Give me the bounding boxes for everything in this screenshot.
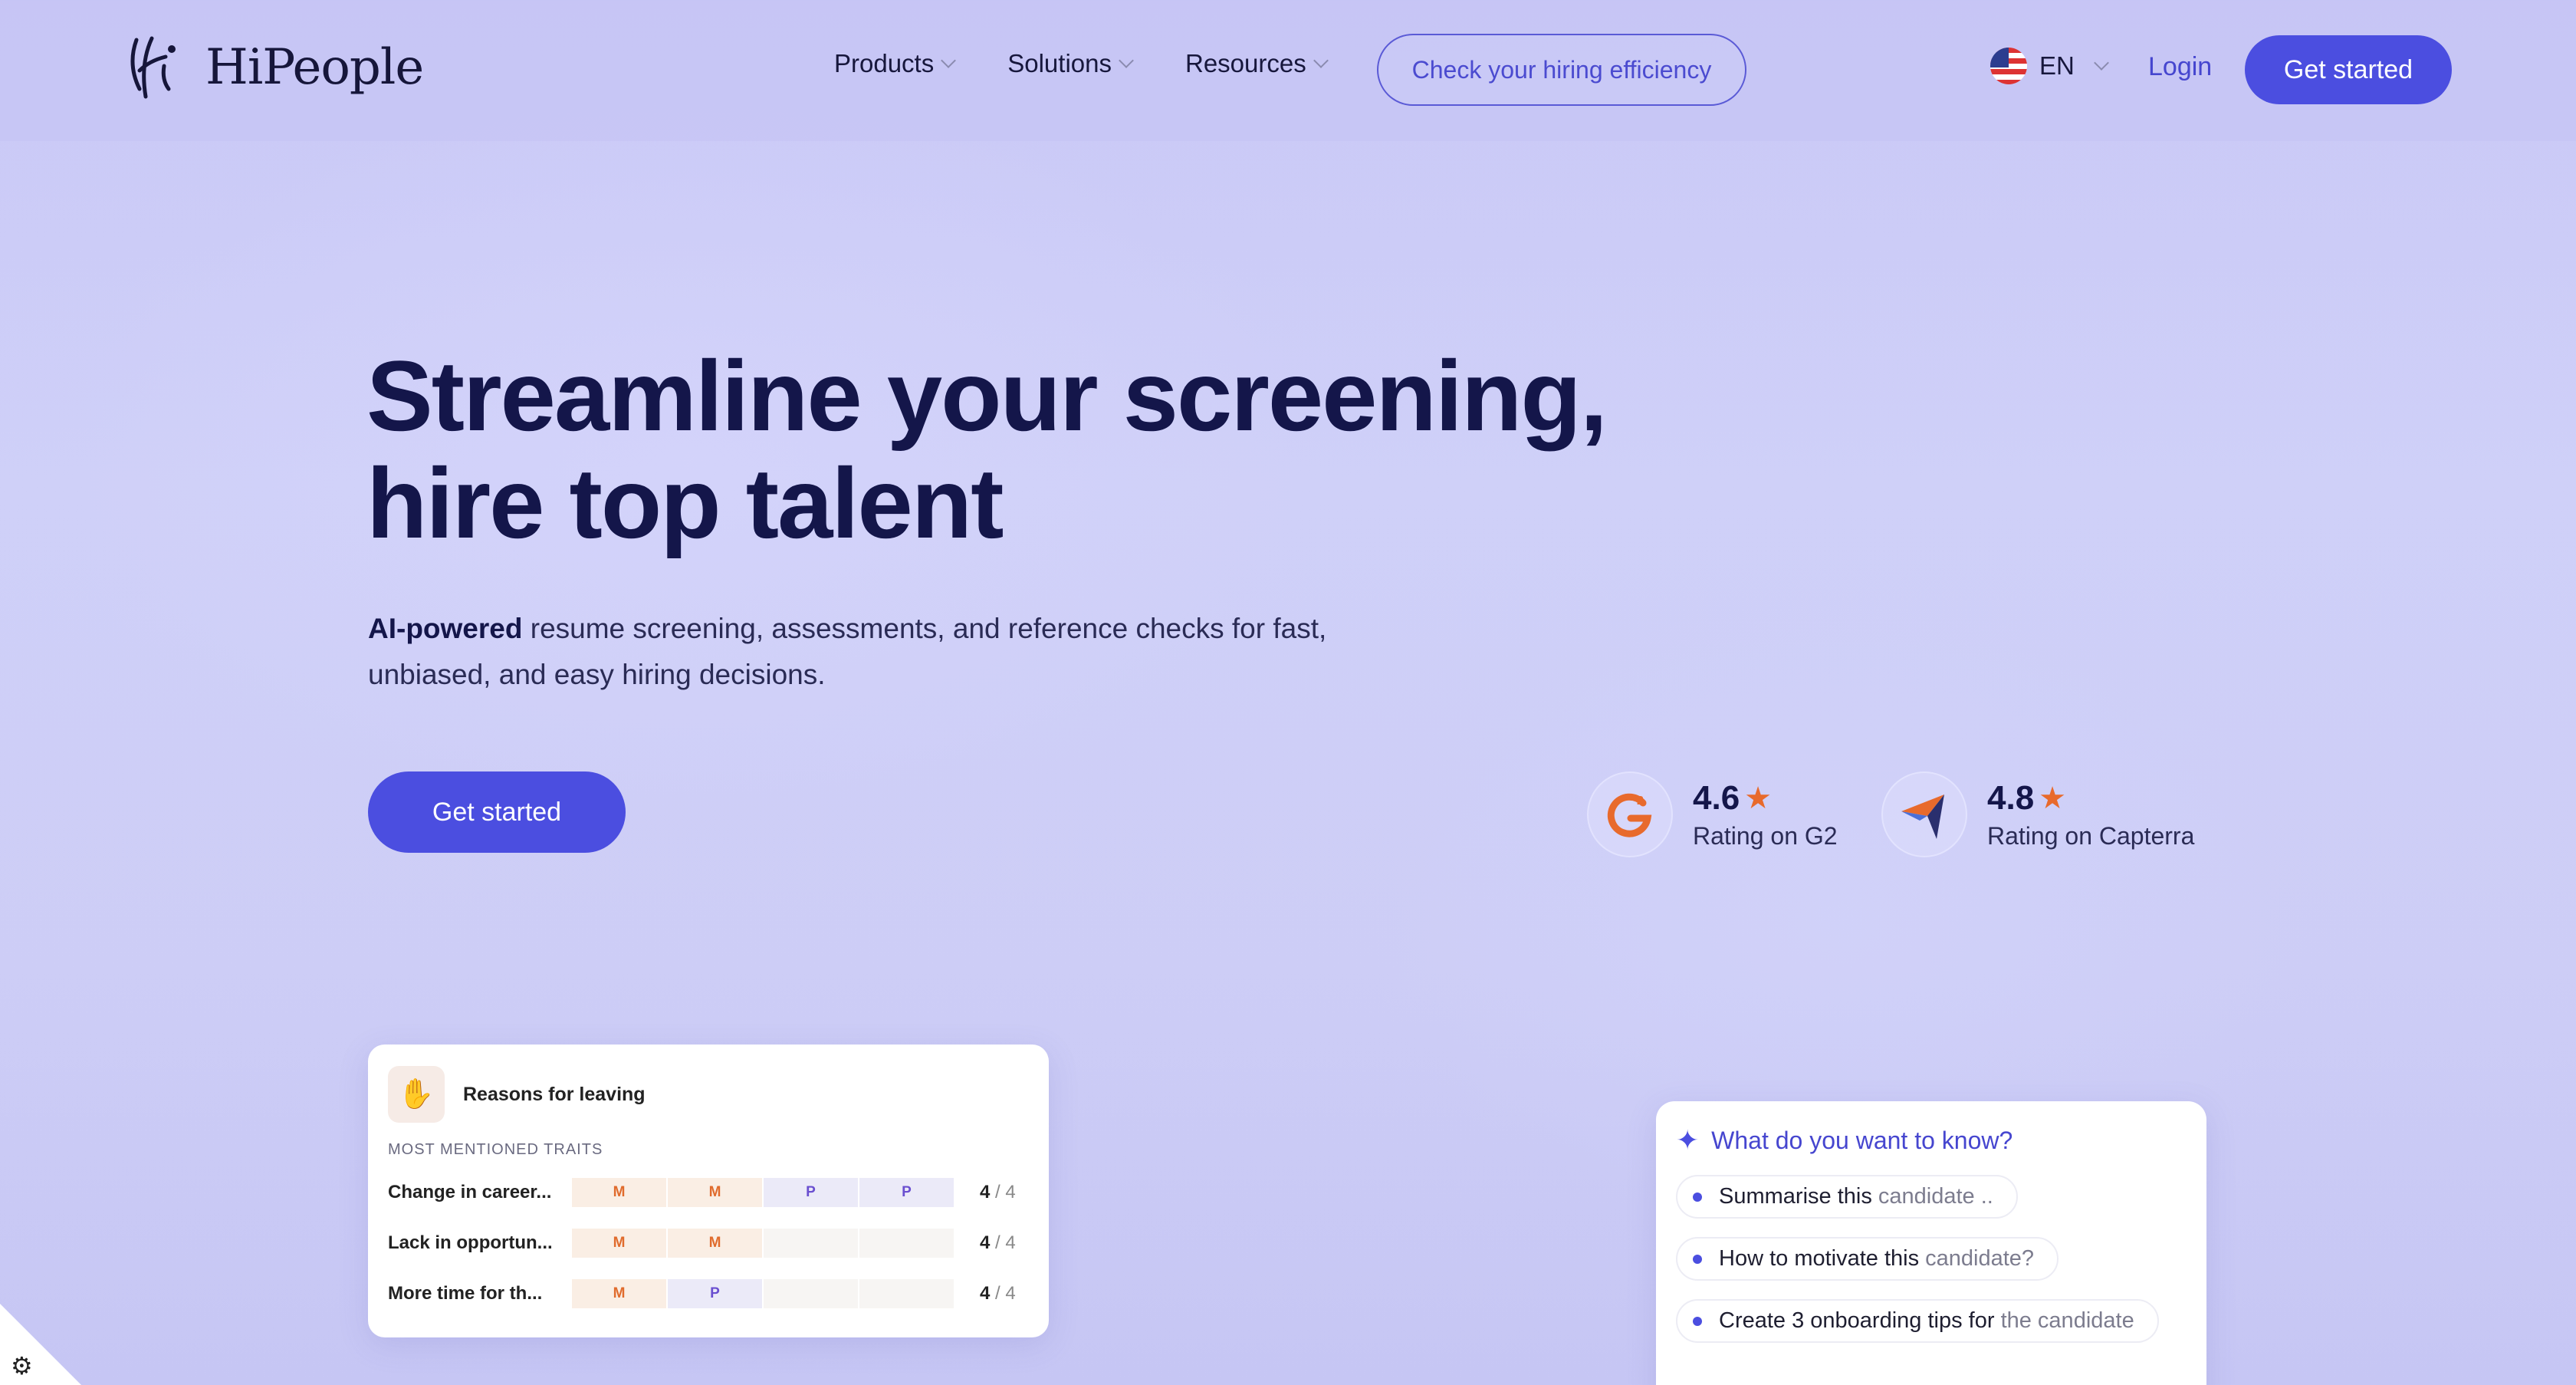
ai-questions-card: ✦ What do you want to know? Summarise th…: [1656, 1101, 2206, 1385]
bullet-dot-icon: [1693, 1192, 1702, 1202]
waving-hand-icon: ✋: [388, 1066, 445, 1123]
brand-logo[interactable]: HiPeople: [126, 35, 424, 100]
language-label: EN: [2039, 51, 2075, 80]
trait-segment: M: [572, 1279, 666, 1308]
primary-nav: Products Solutions Resources: [834, 49, 1380, 78]
rating-g2[interactable]: 2 4.6 ★ Rating on G2: [1587, 771, 1838, 857]
trait-score: 4 / 4: [980, 1283, 1016, 1304]
nav-solutions[interactable]: Solutions: [1007, 49, 1134, 78]
brand-name: HiPeople: [205, 39, 424, 96]
language-selector[interactable]: EN: [1990, 48, 2109, 84]
rating-capterra[interactable]: 4.8 ★ Rating on Capterra: [1881, 771, 2194, 857]
bullet-dot-icon: [1693, 1316, 1702, 1326]
nav-get-started-button[interactable]: Get started: [2245, 35, 2452, 104]
chevron-down-icon: [1313, 53, 1329, 68]
g2-icon: 2: [1587, 771, 1673, 857]
trait-name: Change in career...: [388, 1182, 552, 1202]
traits-label: MOST MENTIONED TRAITS: [388, 1141, 603, 1158]
login-link[interactable]: Login: [2148, 52, 2212, 82]
nav-resources-label: Resources: [1185, 49, 1306, 77]
bullet-dot-icon: [1693, 1254, 1702, 1264]
hero-subtitle-strong: AI-powered: [368, 613, 523, 644]
trait-segment: [764, 1279, 858, 1308]
svg-text:2: 2: [1637, 794, 1644, 808]
trait-score: 4 / 4: [980, 1182, 1016, 1202]
trait-segment: P: [668, 1279, 762, 1308]
capterra-icon: [1881, 771, 1967, 857]
trait-segment: M: [668, 1178, 762, 1207]
us-flag-icon: [1990, 48, 2027, 84]
chevron-down-icon: [941, 53, 957, 68]
hipeople-logo-icon: [130, 36, 176, 99]
trait-row: Lack in opportun... M M 4 / 4: [388, 1226, 1029, 1260]
star-icon: ★: [2039, 781, 2067, 815]
trait-name: Lack in opportun...: [388, 1232, 553, 1253]
nav-solutions-label: Solutions: [1007, 49, 1112, 77]
nav-products[interactable]: Products: [834, 49, 957, 78]
nav-resources[interactable]: Resources: [1185, 49, 1329, 78]
trait-segment: P: [859, 1178, 954, 1207]
star-icon: ★: [1744, 781, 1773, 815]
capterra-score: 4.8: [1987, 778, 2035, 817]
hero-title-line-1: Streamline your screening,: [366, 340, 1608, 452]
trait-row: More time for th... M P 4 / 4: [388, 1277, 1029, 1311]
hero-subtitle: AI-powered resume screening, assessments…: [368, 606, 1365, 698]
trait-segment: [859, 1229, 954, 1258]
trait-row: Change in career... M M P P 4 / 4: [388, 1176, 1029, 1209]
sparkle-icon: ✦: [1676, 1124, 1700, 1156]
suggestion-chip-onboarding[interactable]: Create 3 onboarding tips for the candida…: [1676, 1299, 2159, 1343]
trait-segment: M: [572, 1229, 666, 1258]
trait-segment: [859, 1279, 954, 1308]
trait-segment: P: [764, 1178, 858, 1207]
suggestion-chip-motivate[interactable]: How to motivate this candidate?: [1676, 1237, 2059, 1281]
suggestion-chip-summarise[interactable]: Summarise this candidate ..: [1676, 1175, 2018, 1219]
chevron-down-icon: [1119, 53, 1134, 68]
trait-segment: M: [668, 1229, 762, 1258]
capterra-label: Rating on Capterra: [1987, 821, 2195, 850]
reasons-for-leaving-card: ✋ Reasons for leaving MOST MENTIONED TRA…: [368, 1045, 1049, 1337]
ask-card-title: What do you want to know?: [1711, 1126, 2013, 1154]
hero-title-line-2: hire top talent: [366, 447, 1004, 559]
gear-icon[interactable]: ⚙: [11, 1351, 33, 1380]
hero-get-started-button[interactable]: Get started: [368, 771, 626, 853]
trait-segment: M: [572, 1178, 666, 1207]
trait-score: 4 / 4: [980, 1232, 1016, 1253]
chevron-down-icon: [2093, 55, 2109, 71]
g2-score: 4.6: [1693, 778, 1740, 817]
nav-products-label: Products: [834, 49, 935, 77]
hero-title: Streamline your screening, hire top tale…: [366, 340, 1608, 559]
trait-segment: [764, 1229, 858, 1258]
trait-name: More time for th...: [388, 1283, 543, 1304]
hiring-efficiency-link[interactable]: Check your hiring efficiency: [1377, 34, 1746, 106]
top-navigation: HiPeople Products Solutions Resources Ch…: [0, 0, 2576, 141]
g2-label: Rating on G2: [1693, 821, 1838, 850]
reasons-card-title: Reasons for leaving: [463, 1083, 646, 1105]
